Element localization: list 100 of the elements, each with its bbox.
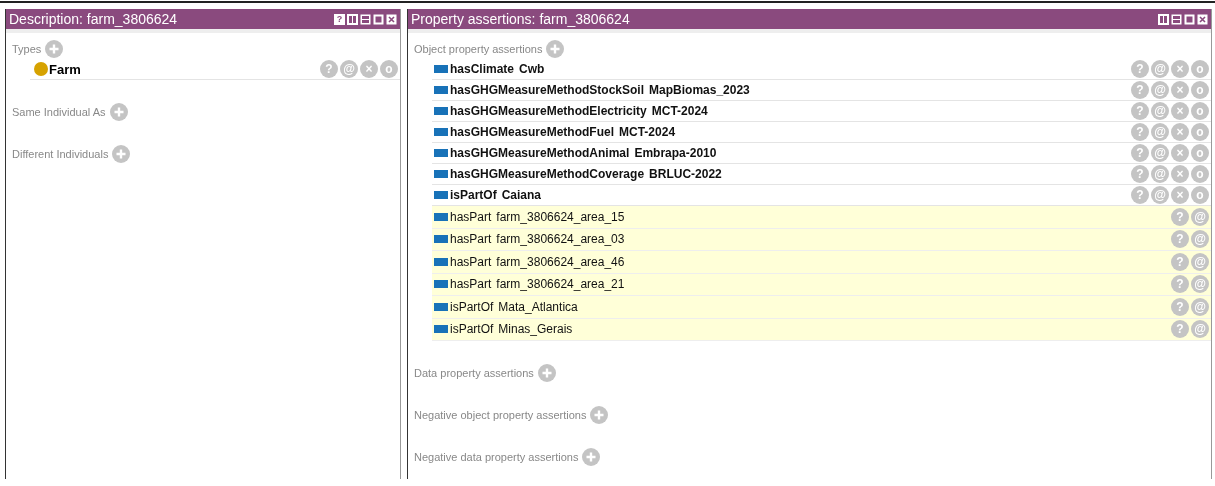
row-action-button[interactable]: ? bbox=[1171, 320, 1189, 339]
split-horizontal-icon[interactable] bbox=[1171, 13, 1182, 25]
assertion-row[interactable]: hasPart farm_3806624_area_03 ? @ bbox=[432, 228, 1211, 251]
assertion-row[interactable]: hasPart farm_3806624_area_46 ? @ bbox=[432, 251, 1211, 274]
row-action-button[interactable]: o bbox=[1191, 81, 1209, 99]
property-icon bbox=[434, 212, 448, 221]
row-action-button[interactable]: o bbox=[1191, 144, 1209, 162]
row-action-button[interactable]: ? bbox=[1171, 297, 1189, 316]
property-icon bbox=[434, 191, 448, 199]
property-value: MapBiomas_2023 bbox=[649, 83, 750, 97]
assertion-row[interactable]: hasGHGMeasureMethodCoverage BRLUC-2022 ? @ × o bbox=[432, 164, 1211, 185]
property-name: isPartOf bbox=[450, 322, 494, 337]
property-icon bbox=[434, 107, 448, 115]
row-action-button[interactable]: × bbox=[1171, 60, 1189, 78]
property-value: MCT-2024 bbox=[651, 104, 708, 118]
assertion-row[interactable]: hasPart farm_3806624_area_21 ? @ bbox=[432, 273, 1211, 296]
row-action-button[interactable]: ? bbox=[1131, 123, 1149, 141]
panel-title: Property assertions: farm_3806624 bbox=[411, 11, 630, 27]
property-name: isPartOf bbox=[450, 188, 497, 202]
assertion-row[interactable]: hasGHGMeasureMethodStockSoil MapBiomas_2023 ? @ × o bbox=[432, 80, 1211, 101]
row-action-button[interactable]: ? bbox=[1131, 144, 1149, 162]
row-action-button[interactable]: o bbox=[1191, 102, 1209, 120]
row-action-button[interactable]: × bbox=[1171, 81, 1189, 99]
assertion-row[interactable]: hasClimate Cwb ? @ × o bbox=[432, 59, 1211, 80]
split-horizontal-icon[interactable] bbox=[360, 13, 371, 25]
row-action-button[interactable]: × bbox=[1171, 123, 1189, 141]
split-vertical-icon[interactable] bbox=[1158, 13, 1169, 25]
row-action-button[interactable]: ? bbox=[1131, 186, 1149, 204]
row-action-button[interactable]: ? bbox=[1171, 252, 1189, 271]
maximize-icon[interactable] bbox=[1184, 13, 1195, 25]
row-action-button[interactable]: @ bbox=[1151, 102, 1169, 120]
section-label: Negative object property assertions bbox=[414, 409, 587, 421]
row-action-button[interactable]: @ bbox=[1151, 144, 1169, 162]
row-action-button[interactable]: @ bbox=[340, 60, 358, 78]
row-action-button[interactable]: ? bbox=[320, 60, 338, 78]
assertion-row[interactable]: hasPart farm_3806624_area_15 ? @ bbox=[432, 206, 1211, 229]
row-action-button[interactable]: ? bbox=[1131, 165, 1149, 183]
property-name: hasClimate bbox=[450, 62, 515, 76]
row-action-button[interactable]: o bbox=[1191, 60, 1209, 78]
row-action-button[interactable]: o bbox=[1191, 186, 1209, 204]
row-action-button[interactable]: × bbox=[1171, 102, 1189, 120]
assertion-row[interactable]: hasGHGMeasureMethodAnimal Embrapa-2010 ? @ × o bbox=[432, 143, 1211, 164]
assertion-row[interactable]: isPartOf Minas_Gerais ? @ bbox=[432, 318, 1211, 341]
assertion-row[interactable]: hasGHGMeasureMethodFuel MCT-2024 ? @ × o bbox=[432, 122, 1211, 143]
property-value: farm_3806624_area_21 bbox=[496, 277, 625, 292]
section-label: Object property assertions bbox=[414, 43, 543, 55]
row-action-button[interactable]: @ bbox=[1151, 81, 1169, 99]
row-action-button[interactable]: @ bbox=[1191, 297, 1209, 316]
row-action-button[interactable]: @ bbox=[1191, 207, 1209, 226]
section-label: Different Individuals bbox=[12, 148, 109, 160]
section-label: Negative data property assertions bbox=[414, 451, 579, 463]
row-action-button[interactable]: o bbox=[1191, 165, 1209, 183]
property-value: Caiana bbox=[501, 188, 542, 202]
maximize-icon[interactable] bbox=[373, 13, 384, 25]
close-icon[interactable] bbox=[1197, 13, 1208, 25]
row-action-button[interactable]: o bbox=[1191, 123, 1209, 141]
assertion-row[interactable]: hasGHGMeasureMethodElectricity MCT-2024 ? @ × o bbox=[432, 101, 1211, 122]
row-action-button[interactable]: @ bbox=[1151, 165, 1169, 183]
property-name: hasGHGMeasureMethodFuel bbox=[450, 125, 615, 139]
row-action-button[interactable]: × bbox=[1171, 186, 1189, 204]
row-action-button[interactable]: @ bbox=[1191, 275, 1209, 294]
section-label: Data property assertions bbox=[414, 367, 534, 379]
row-action-button[interactable]: ? bbox=[1171, 207, 1189, 226]
close-icon[interactable] bbox=[386, 13, 397, 25]
property-icon bbox=[434, 149, 448, 157]
property-value: Cwb bbox=[519, 62, 545, 76]
property-value: Mata_Atlantica bbox=[498, 299, 578, 314]
property-name: isPartOf bbox=[450, 299, 494, 314]
row-action-button[interactable]: ? bbox=[1131, 81, 1149, 99]
row-action-button[interactable]: @ bbox=[1191, 320, 1209, 339]
property-icon bbox=[434, 280, 448, 289]
row-action-button[interactable]: ? bbox=[1131, 102, 1149, 120]
row-action-button[interactable]: @ bbox=[1151, 123, 1169, 141]
property-icon bbox=[434, 257, 448, 266]
row-action-button[interactable]: @ bbox=[1191, 252, 1209, 271]
property-icon bbox=[434, 235, 448, 244]
section-label: Same Individual As bbox=[12, 106, 106, 118]
property-value: Embrapa-2010 bbox=[634, 146, 717, 160]
property-name: hasGHGMeasureMethodElectricity bbox=[450, 104, 647, 118]
help-button[interactable]: ? bbox=[334, 13, 345, 25]
property-name: hasPart bbox=[450, 277, 492, 292]
property-icon bbox=[434, 325, 448, 334]
property-icon bbox=[434, 170, 448, 178]
row-action-button[interactable]: × bbox=[1171, 165, 1189, 183]
property-value: farm_3806624_area_15 bbox=[496, 209, 625, 224]
property-name: hasPart bbox=[450, 254, 492, 269]
row-action-button[interactable]: @ bbox=[1151, 186, 1169, 204]
property-name: hasGHGMeasureMethodAnimal bbox=[450, 146, 630, 160]
row-action-button[interactable]: ? bbox=[1131, 60, 1149, 78]
split-vertical-icon[interactable] bbox=[347, 13, 358, 25]
row-action-button[interactable]: o bbox=[380, 60, 398, 78]
property-value: farm_3806624_area_46 bbox=[496, 254, 625, 269]
row-action-button[interactable]: @ bbox=[1151, 60, 1169, 78]
row-action-button[interactable]: ? bbox=[1171, 230, 1189, 249]
row-action-button[interactable]: × bbox=[360, 60, 378, 78]
row-action-button[interactable]: @ bbox=[1191, 230, 1209, 249]
assertion-row[interactable]: isPartOf Mata_Atlantica ? @ bbox=[432, 296, 1211, 319]
property-value: BRLUC-2022 bbox=[649, 167, 722, 181]
row-action-button[interactable]: × bbox=[1171, 144, 1189, 162]
row-action-button[interactable]: ? bbox=[1171, 275, 1189, 294]
